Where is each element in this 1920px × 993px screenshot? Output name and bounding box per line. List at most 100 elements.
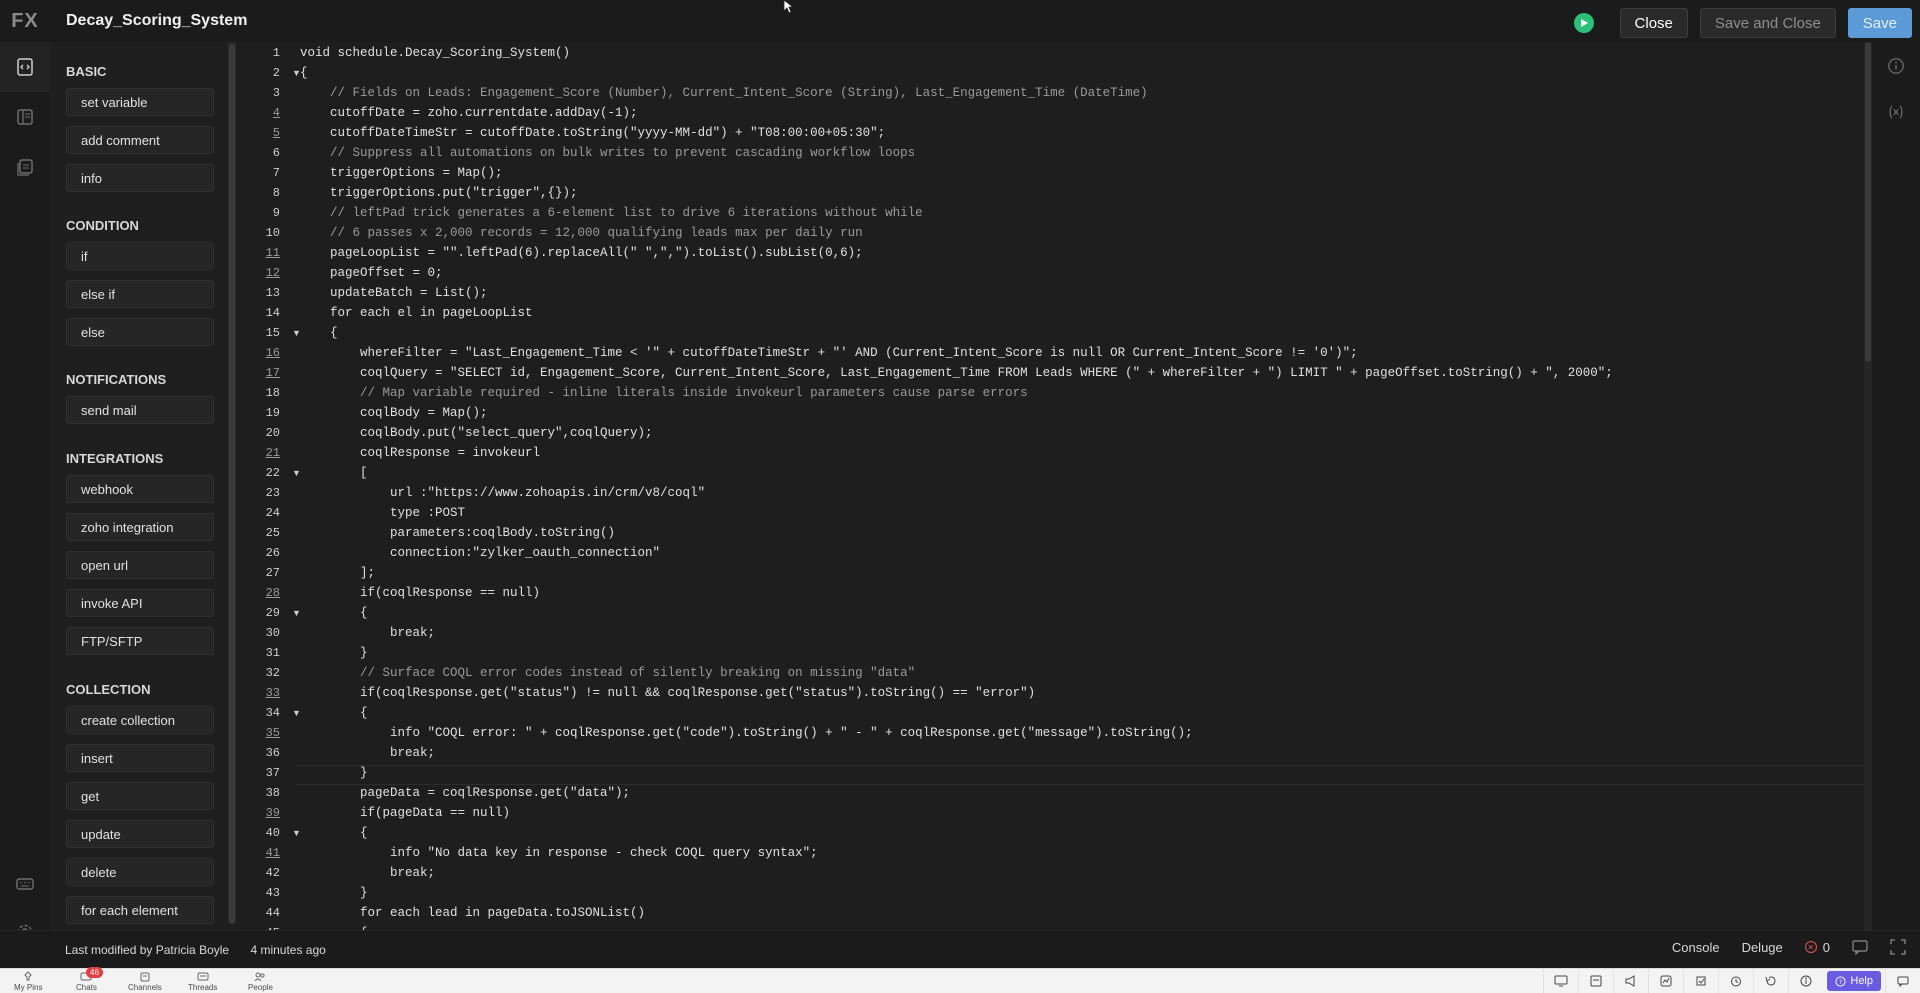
code-line[interactable]: pageLoopList = "".leftPad(6).replaceAll(… [300,246,863,260]
line-number[interactable]: 14 [246,306,280,320]
error-indicator[interactable]: ✕ 0 [1804,940,1830,955]
taskbar-channels[interactable]: Channels [128,971,162,992]
code-line[interactable]: // Map variable required - inline litera… [300,386,1028,400]
taskbar-chats[interactable]: 46 Chats [76,967,103,992]
taskbar-people[interactable]: People [248,971,273,992]
line-number[interactable]: 41 [246,846,280,860]
code-line[interactable]: { [300,706,368,720]
palette-scrollbar[interactable] [228,42,236,924]
code-line[interactable]: // Fields on Leads: Engagement_Score (Nu… [300,86,1148,100]
line-number[interactable]: 36 [246,746,280,760]
code-line[interactable]: // Surface COQL error codes instead of s… [300,666,915,680]
line-number[interactable]: 8 [246,186,280,200]
code-line[interactable]: parameters:coqlBody.toString() [300,526,615,540]
code-line[interactable]: // leftPad trick generates a 6-element l… [300,206,923,220]
code-line[interactable]: if(pageData == null) [300,806,510,820]
code-line[interactable]: cutoffDateTimeStr = cutoffDate.toString(… [300,126,885,140]
palette-item-info[interactable]: info [66,164,214,192]
line-number[interactable]: 21 [246,446,280,460]
line-number[interactable]: 23 [246,486,280,500]
code-line[interactable]: break; [300,746,435,760]
palette-item-open-url[interactable]: open url [66,551,214,579]
code-line[interactable]: coqlQuery = "SELECT id, Engagement_Score… [300,366,1613,380]
palette-item-else[interactable]: else [66,318,214,346]
code-line[interactable]: url :"https://www.zohoapis.in/crm/v8/coq… [300,486,705,500]
notes-icon[interactable] [1578,969,1613,993]
line-number[interactable]: 43 [246,886,280,900]
line-number[interactable]: 12 [246,266,280,280]
code-line[interactable]: void schedule.Decay_Scoring_System() [300,46,570,60]
line-number[interactable]: 32 [246,666,280,680]
keyboard-icon[interactable] [13,872,37,896]
palette-item-add-comment[interactable]: add comment [66,126,214,154]
variable-icon[interactable] [1884,100,1908,124]
editor-scrollbar-thumb[interactable] [1865,42,1871,362]
palette-item-webhook[interactable]: webhook [66,475,214,503]
line-number[interactable]: 9 [246,206,280,220]
code-line[interactable]: triggerOptions.put("trigger",{}); [300,186,578,200]
line-number[interactable]: 16 [246,346,280,360]
line-number[interactable]: 15 [246,326,280,340]
line-number[interactable]: 39 [246,806,280,820]
code-editor[interactable]: 1 2 ▼ 3 4 5 6 7 8 9 10 11 12 13 14 15 ▼ 16 17 18 19 20 21 22 ▼ 23… [246,42,1872,930]
line-number[interactable]: 22 [246,466,280,480]
line-number[interactable]: 5 [246,126,280,140]
code-line[interactable]: if(coqlResponse == null) [300,586,540,600]
code-line[interactable]: coqlResponse = invokeurl [300,446,540,460]
line-number[interactable]: 28 [246,586,280,600]
line-number[interactable]: 34 [246,706,280,720]
code-line[interactable]: coqlBody = Map(); [300,406,488,420]
line-number[interactable]: 30 [246,626,280,640]
line-number[interactable]: 26 [246,546,280,560]
code-line[interactable]: break; [300,626,435,640]
line-number[interactable]: 2 [246,66,280,80]
line-number[interactable]: 7 [246,166,280,180]
line-number[interactable]: 38 [246,786,280,800]
save-and-close-button[interactable]: Save and Close [1699,8,1836,38]
palette-item-insert[interactable]: insert [66,744,214,772]
taskbar-my-pins[interactable]: My Pins [14,971,42,992]
line-number[interactable]: 10 [246,226,280,240]
announcement-icon[interactable] [1613,969,1648,993]
palette-item-send-mail[interactable]: send mail [66,396,214,424]
comment-icon[interactable] [1852,939,1868,955]
code-line[interactable]: whereFilter = "Last_Engagement_Time < '"… [300,346,1358,360]
palette-item-invoke-api[interactable]: invoke API [66,589,214,617]
line-number[interactable]: 24 [246,506,280,520]
fullscreen-icon[interactable] [1890,939,1906,955]
line-number[interactable]: 37 [246,766,280,780]
line-number[interactable]: 3 [246,86,280,100]
palette-item-update[interactable]: update [66,820,214,848]
code-line[interactable]: info "COQL error: " + coqlResponse.get("… [300,726,1193,740]
code-line[interactable]: } [300,886,368,900]
analytics-icon[interactable] [1648,969,1683,993]
palette-item-if[interactable]: if [66,242,214,270]
accessibility-icon[interactable] [1788,969,1823,993]
line-number[interactable]: 40 [246,826,280,840]
language-label[interactable]: Deluge [1742,940,1783,955]
palette-scrollbar-thumb[interactable] [229,44,235,924]
palette-item-delete[interactable]: delete [66,858,214,886]
code-line[interactable]: cutoffDate = zoho.currentdate.addDay(-1)… [300,106,638,120]
code-line[interactable]: break; [300,866,435,880]
palette-item-create-collection[interactable]: create collection [66,706,214,734]
save-button[interactable]: Save [1847,8,1912,38]
code-line[interactable]: for each el in pageLoopList [300,306,533,320]
book-icon[interactable] [13,105,37,129]
screen-share-icon[interactable] [1543,969,1578,993]
code-line[interactable]: coqlBody.put("select_query",coqlQuery); [300,426,653,440]
line-number[interactable]: 44 [246,906,280,920]
documents-icon[interactable] [13,155,37,179]
taskbar-threads[interactable]: Threads [188,971,217,992]
code-line[interactable]: { [300,826,368,840]
code-line[interactable]: connection:"zylker_oauth_connection" [300,546,660,560]
line-number[interactable]: 19 [246,406,280,420]
line-number[interactable]: 13 [246,286,280,300]
code-line[interactable]: } [300,766,368,780]
code-line[interactable]: for each lead in pageData.toJSONList() [300,906,645,920]
code-line[interactable]: // 6 passes x 2,000 records = 12,000 qua… [300,226,863,240]
line-number[interactable]: 42 [246,866,280,880]
code-line[interactable]: pageOffset = 0; [300,266,443,280]
line-number[interactable]: 1 [246,46,280,60]
code-line[interactable]: { [300,606,368,620]
